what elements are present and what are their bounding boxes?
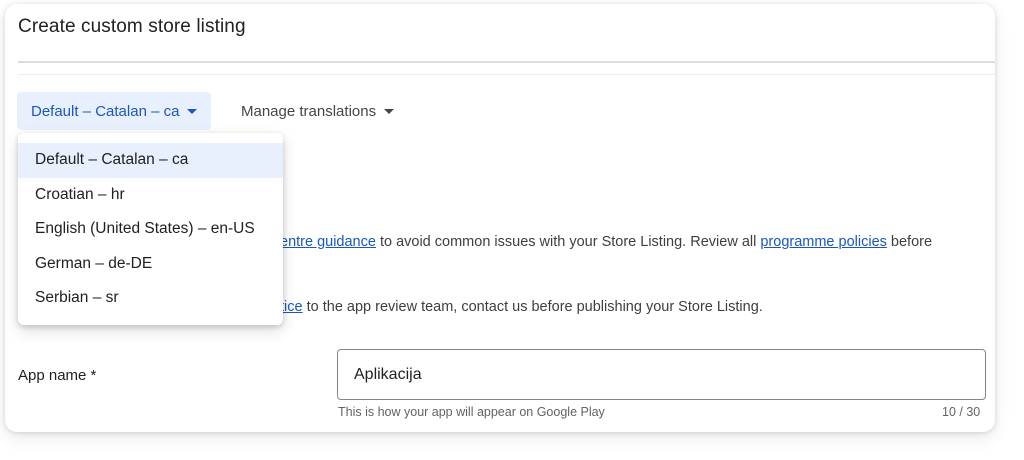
dropdown-arrow-icon [187, 108, 198, 114]
dropdown-option-catalan[interactable]: Default – Catalan – ca [18, 143, 283, 178]
notice-link[interactable]: tice [280, 299, 303, 315]
dropdown-option-croatian[interactable]: Croatian – hr [18, 178, 283, 213]
dropdown-arrow-icon [384, 108, 395, 114]
guidance-text: entre guidance to avoid common issues wi… [280, 234, 933, 250]
header-divider [18, 61, 995, 63]
app-name-input[interactable] [337, 349, 986, 400]
manage-translations-label: Manage translations [241, 102, 377, 120]
dropdown-option-german[interactable]: German – de-DE [18, 247, 283, 282]
guidance-link[interactable]: entre guidance [280, 234, 376, 250]
language-dropdown-menu: Default – Catalan – ca Croatian – hr Eng… [18, 133, 283, 325]
manage-translations-button[interactable]: Manage translations [241, 92, 395, 130]
review-notice-text: tice to the app review team, contact us … [280, 299, 763, 315]
section-divider [18, 74, 995, 75]
app-name-counter: 10 / 30 [942, 405, 981, 419]
language-select-value: Default – Catalan – ca [31, 102, 180, 120]
page-title: Create custom store listing [18, 16, 246, 37]
app-name-helper: This is how your app will appear on Goog… [338, 405, 605, 419]
dropdown-option-serbian[interactable]: Serbian – sr [18, 281, 283, 316]
dropdown-option-english-us[interactable]: English (United States) – en-US [18, 212, 283, 247]
language-select-button[interactable]: Default – Catalan – ca [17, 92, 212, 130]
app-name-label: App name * [18, 367, 97, 384]
programme-policies-link[interactable]: programme policies [760, 234, 887, 250]
